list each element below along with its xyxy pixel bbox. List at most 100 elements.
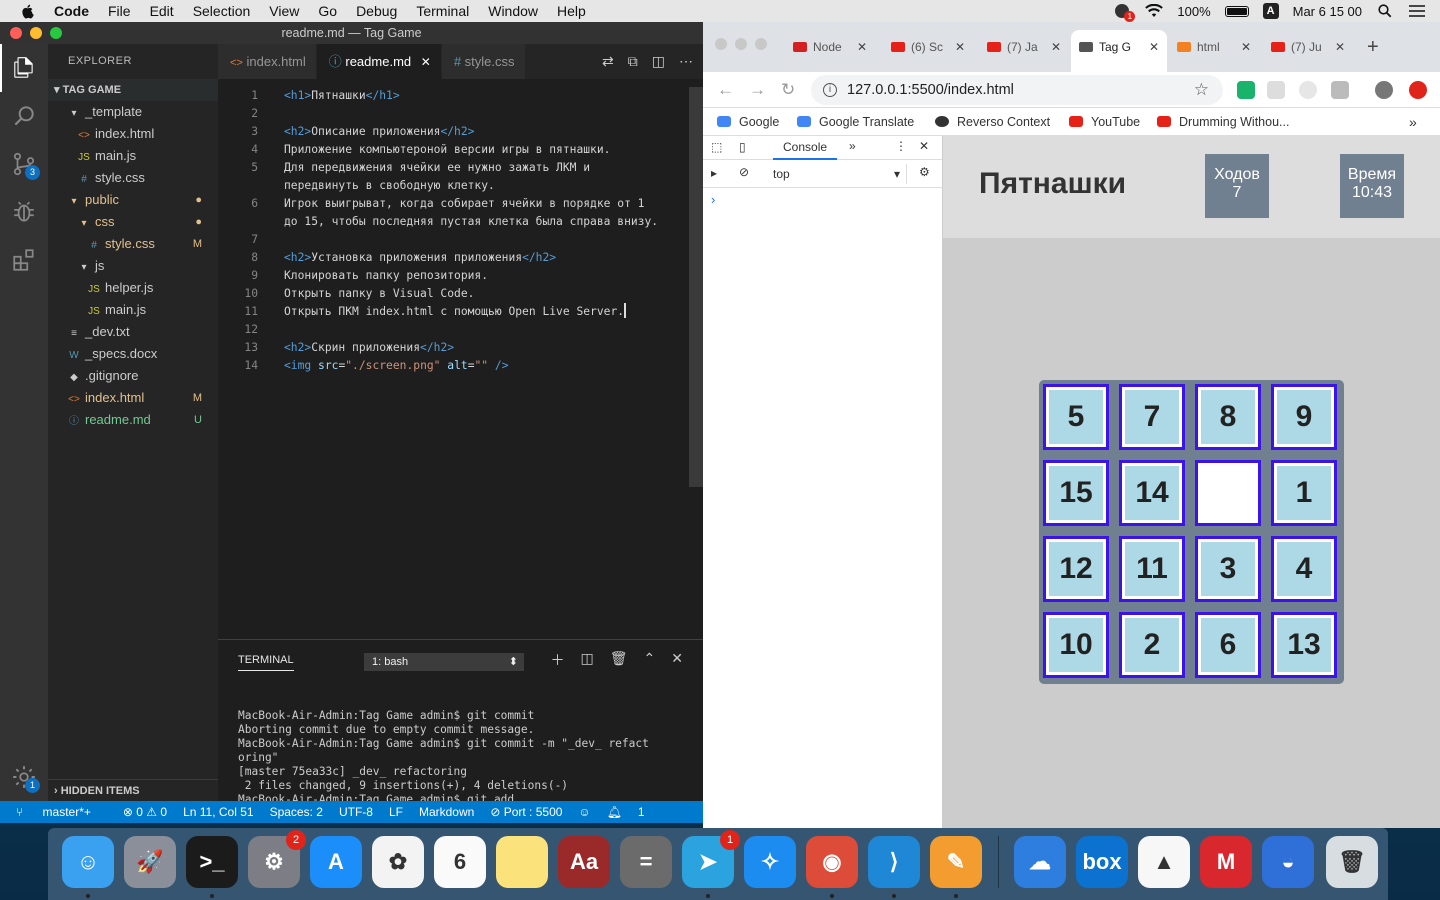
close-tab-icon[interactable]: ✕ bbox=[1149, 30, 1159, 64]
code-line[interactable]: 3 <h2>Описание приложения</h2> bbox=[218, 123, 688, 141]
source-control-activity[interactable]: 3 bbox=[0, 140, 48, 188]
tree-item[interactable]: # style.css M bbox=[48, 233, 218, 255]
maximize-panel-icon[interactable]: ⌃ bbox=[644, 650, 656, 670]
menu-debug[interactable]: Debug bbox=[356, 3, 397, 19]
empty-cell[interactable] bbox=[1195, 460, 1261, 526]
code-line[interactable]: передвинуть в свободную клетку. bbox=[218, 177, 688, 195]
pages-icon[interactable]: ✎ bbox=[930, 836, 982, 898]
dictionary-icon[interactable]: Aa bbox=[558, 836, 610, 888]
eol-status[interactable]: LF bbox=[389, 805, 403, 819]
clear-console-icon[interactable]: ⊘ bbox=[739, 165, 749, 179]
split-editor-icon[interactable]: ◫ bbox=[652, 53, 665, 70]
zoom-window-button[interactable] bbox=[755, 38, 767, 50]
extension-icon[interactable] bbox=[1299, 81, 1317, 99]
terminal-shell-select[interactable]: 1: bash ⬍ bbox=[364, 653, 524, 671]
bookmark-google-translate[interactable]: Google Translate bbox=[797, 108, 914, 136]
close-tab-icon[interactable]: ✕ bbox=[955, 34, 965, 60]
chrome-icon[interactable]: ◉ bbox=[806, 836, 858, 898]
tree-item[interactable]: ▾ public ● bbox=[48, 189, 218, 211]
open-changes-icon[interactable]: ⇄ bbox=[602, 53, 614, 70]
code-line[interactable]: 1 <h1>Пятнашки</h1> bbox=[218, 87, 688, 105]
more-bookmarks-icon[interactable]: » bbox=[1409, 108, 1417, 136]
mega-icon[interactable]: M bbox=[1200, 836, 1252, 888]
terminal-icon[interactable]: >_ bbox=[186, 836, 238, 898]
tab-index-html[interactable]: <> index.html bbox=[218, 44, 317, 79]
puzzle-tile[interactable]: 1 bbox=[1271, 460, 1337, 526]
notification-status-icon[interactable]: 1 bbox=[1113, 3, 1136, 22]
wifi-icon[interactable] bbox=[1145, 3, 1164, 19]
context-select[interactable]: top ▾ bbox=[767, 164, 907, 184]
battery-icon[interactable] bbox=[1224, 5, 1249, 17]
bookmark-star-icon[interactable]: ☆ bbox=[1194, 75, 1209, 105]
close-tab-icon[interactable]: ✕ bbox=[1241, 34, 1251, 60]
photos-icon[interactable]: ✿ bbox=[372, 836, 424, 888]
app-menu[interactable]: Code bbox=[54, 3, 89, 19]
code-line[interactable]: 14 <img src="./screen.png" alt="" /> bbox=[218, 357, 688, 375]
code-line[interactable]: 4 Приложение компьютероной версии игры в … bbox=[218, 141, 688, 159]
more-tabs-icon[interactable]: » bbox=[849, 139, 856, 153]
close-window-button[interactable] bbox=[715, 38, 727, 50]
more-actions-icon[interactable]: ⋯ bbox=[679, 53, 693, 70]
bookmark-google[interactable]: Google bbox=[717, 108, 779, 136]
puzzle-tile[interactable]: 12 bbox=[1043, 536, 1109, 602]
box-icon[interactable]: box bbox=[1076, 836, 1128, 888]
browser-tab[interactable]: (7) Ja ✕ bbox=[979, 34, 1069, 60]
console-settings-icon[interactable]: ⚙ bbox=[919, 165, 930, 179]
vue-devtools-icon[interactable] bbox=[1331, 81, 1349, 99]
code-line[interactable]: 5 Для передвижения ячейки ее нужно зажать… bbox=[218, 159, 688, 177]
menu-edit[interactable]: Edit bbox=[150, 3, 174, 19]
branch-status[interactable]: ⑂ master*+ bbox=[16, 805, 107, 819]
code-line[interactable]: 6 Игрок выигрыват, когда собирает ячейки … bbox=[218, 195, 688, 213]
devtools-menu-icon[interactable]: ⋮ bbox=[895, 139, 907, 153]
puzzle-tile[interactable]: 3 bbox=[1195, 536, 1261, 602]
calendar-icon[interactable]: 6 bbox=[434, 836, 486, 888]
safari-icon[interactable]: ✧ bbox=[744, 836, 796, 888]
app-store-icon[interactable]: A bbox=[310, 836, 362, 888]
notification-center-icon[interactable] bbox=[1408, 3, 1426, 19]
cursor-position[interactable]: Ln 11, Col 51 bbox=[183, 805, 254, 819]
project-folder-header[interactable]: ▾ TAG GAME bbox=[48, 79, 218, 101]
puzzle-tile[interactable]: 4 bbox=[1271, 536, 1337, 602]
close-tab-icon[interactable]: ✕ bbox=[1051, 34, 1061, 60]
puzzle-tile[interactable]: 14 bbox=[1119, 460, 1185, 526]
tree-item[interactable]: ▾ js bbox=[48, 255, 218, 277]
code-line[interactable]: 11 Открыть ПКМ index.html с помощью Open … bbox=[218, 303, 688, 321]
code-line[interactable]: до 15, чтобы последняя пустая клетка был… bbox=[218, 213, 688, 231]
menu-selection[interactable]: Selection bbox=[193, 3, 251, 19]
browser-tab[interactable]: (7) Ju ✕ bbox=[1263, 34, 1353, 60]
tab-style-css[interactable]: # style.css bbox=[441, 44, 526, 79]
tree-item[interactable]: # style.css bbox=[48, 167, 218, 189]
yandex-disk-icon[interactable]: ◒ bbox=[1262, 836, 1314, 888]
open-preview-icon[interactable]: ⧉ bbox=[628, 53, 638, 70]
sidebar-toggle-icon[interactable]: ▸ bbox=[711, 166, 717, 180]
tree-item[interactable]: JS helper.js bbox=[48, 277, 218, 299]
clock[interactable]: Mar 6 15 00 bbox=[1293, 4, 1362, 19]
minimize-window-button[interactable] bbox=[30, 27, 42, 39]
tree-item[interactable]: W _specs.docx bbox=[48, 343, 218, 365]
menu-file[interactable]: File bbox=[108, 3, 131, 19]
debug-activity[interactable] bbox=[0, 188, 48, 236]
notes-icon[interactable] bbox=[496, 836, 548, 888]
bookmark-drumming[interactable]: Drumming Withou... bbox=[1157, 108, 1289, 136]
puzzle-tile[interactable]: 2 bbox=[1119, 612, 1185, 678]
language-mode[interactable]: Markdown bbox=[419, 805, 474, 819]
tree-item[interactable]: ▾ _template bbox=[48, 101, 218, 123]
puzzle-tile[interactable]: 10 bbox=[1043, 612, 1109, 678]
code-editor[interactable]: 1 <h1>Пятнашки</h1> 2 3 <h2>Описание приложе… bbox=[218, 87, 688, 375]
close-panel-icon[interactable]: ✕ bbox=[671, 650, 683, 670]
bookmark-youtube[interactable]: YouTube bbox=[1069, 108, 1140, 136]
tree-item[interactable]: ⓘ readme.md U bbox=[48, 409, 218, 431]
close-tab-icon[interactable]: ✕ bbox=[421, 55, 431, 69]
puzzle-tile[interactable]: 9 bbox=[1271, 384, 1337, 450]
code-line[interactable]: 8 <h2>Установка приложения приложения</h2… bbox=[218, 249, 688, 267]
icloud-icon[interactable]: ☁ bbox=[1014, 836, 1066, 888]
trash-icon[interactable]: 🗑 bbox=[1326, 836, 1378, 888]
update-icon[interactable] bbox=[1409, 81, 1427, 99]
close-devtools-icon[interactable]: ✕ bbox=[919, 139, 929, 153]
extensions-activity[interactable] bbox=[0, 236, 48, 284]
new-terminal-icon[interactable]: ＋ bbox=[551, 650, 565, 670]
tree-item[interactable]: JS main.js bbox=[48, 145, 218, 167]
search-activity[interactable] bbox=[0, 92, 48, 140]
editor-scrollbar[interactable] bbox=[689, 87, 703, 487]
apple-menu-icon[interactable] bbox=[20, 3, 36, 19]
